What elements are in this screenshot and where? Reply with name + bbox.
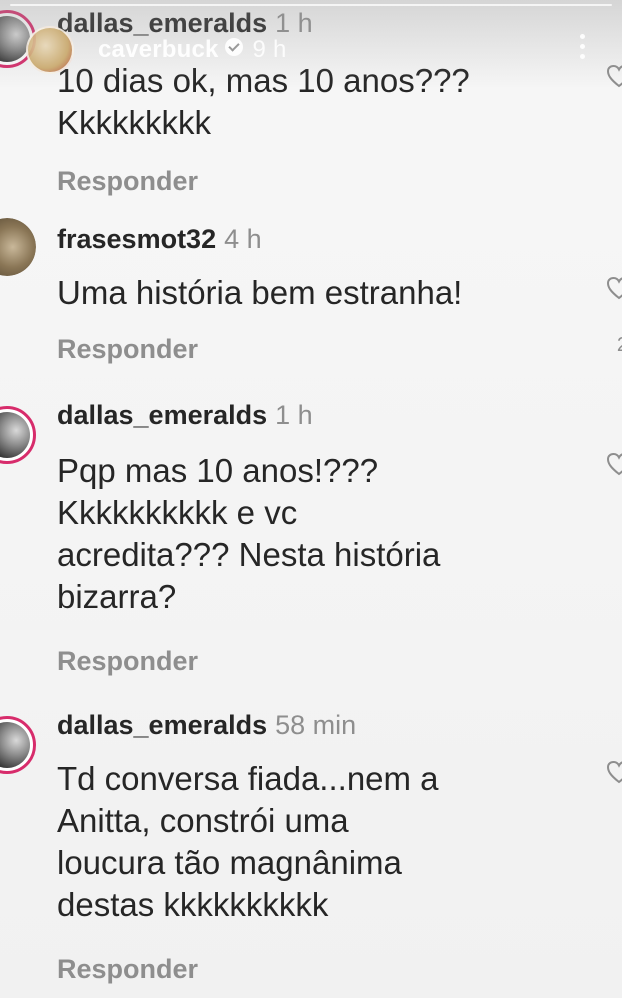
comment-text: 10 dias ok, mas 10 anos??? Kkkkkkkkk — [57, 62, 470, 141]
avatar-photo — [0, 16, 30, 62]
reply-button[interactable]: Responder — [57, 334, 198, 365]
comment-username[interactable]: dallas_emeralds 58 min — [57, 710, 356, 741]
avatar[interactable] — [0, 10, 36, 68]
comment-time: 1 h — [275, 8, 313, 38]
heart-icon[interactable] — [606, 276, 622, 300]
reply-button[interactable]: Responder — [57, 646, 198, 677]
comments-screen: dallas_emeralds 1 h 10 dias ok, mas 10 an… — [0, 0, 622, 998]
heart-icon[interactable] — [606, 64, 622, 88]
avatar-photo — [0, 722, 30, 768]
avatar-photo — [0, 412, 30, 458]
avatar[interactable] — [0, 218, 36, 276]
story-time: 9 h — [252, 36, 287, 63]
reply-button[interactable]: Responder — [57, 954, 198, 985]
avatar[interactable] — [0, 406, 36, 464]
heart-icon[interactable] — [606, 760, 622, 784]
comment-username[interactable]: dallas_emeralds 1 h — [57, 8, 313, 39]
comment-text: Uma história bem estranha! — [57, 274, 463, 311]
like-count: 2 — [617, 334, 622, 357]
verified-icon — [224, 38, 243, 56]
reply-button[interactable]: Responder — [57, 166, 198, 197]
comment-username[interactable]: dallas_emeralds 1 h — [57, 400, 313, 431]
comment-time: 4 h — [224, 224, 262, 254]
heart-icon[interactable] — [606, 452, 622, 476]
comment-text: Pqp mas 10 anos!??? Kkkkkkkkkk e vc acre… — [57, 452, 441, 615]
story-progress-bar — [10, 4, 612, 6]
avatar[interactable] — [0, 716, 36, 774]
comment-username[interactable]: frasesmot32 4 h — [57, 224, 262, 255]
avatar-photo — [0, 218, 36, 276]
comment-text: Td conversa fiada...nem a Anitta, constr… — [57, 760, 439, 923]
comment-time: 58 min — [275, 710, 357, 740]
more-icon[interactable] — [580, 34, 586, 64]
comment-time: 1 h — [275, 400, 313, 430]
